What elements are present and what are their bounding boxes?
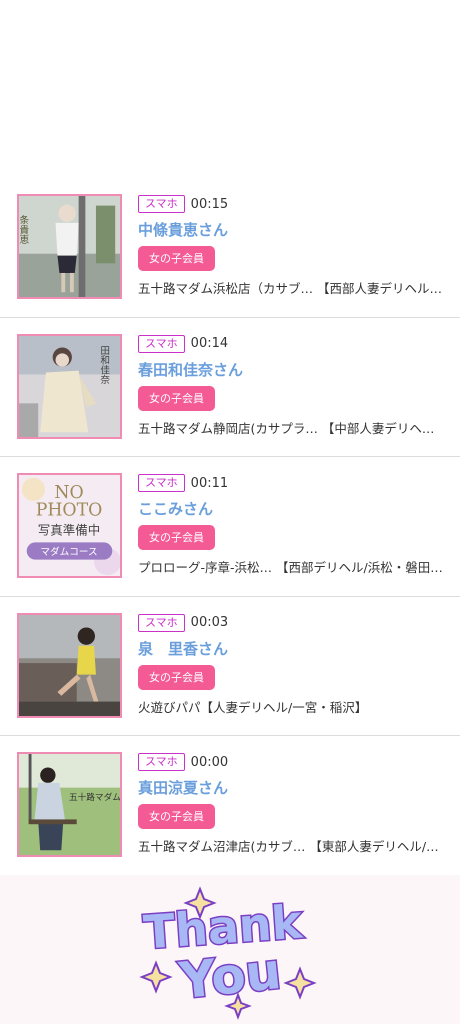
sparkle-icon bbox=[139, 960, 173, 994]
member-photo[interactable]: 条貴恵 bbox=[17, 194, 122, 299]
login-time: 00:14 bbox=[190, 336, 229, 351]
list-item[interactable]: 条貴恵 スマホ 00:15 中條貴恵さん 女の子会員 五十路マダム浜松店（カサブ… bbox=[0, 178, 460, 318]
list-item[interactable]: 田和佳奈 スマホ 00:14 春田和佳奈さん 女の子会員 五十路マダム静岡店(カ… bbox=[0, 318, 460, 457]
photo-image: 田和佳奈 bbox=[19, 335, 120, 437]
member-name-link[interactable]: ここみさん bbox=[138, 499, 452, 519]
member-type-badge: 女の子会員 bbox=[138, 525, 215, 550]
top-blank-area bbox=[0, 0, 460, 178]
member-name-link[interactable]: 中條貴恵さん bbox=[138, 220, 452, 240]
device-badge: スマホ bbox=[138, 195, 185, 213]
shop-name[interactable]: 火遊びパパ【人妻デリヘル/一宮・稲沢】 bbox=[138, 697, 444, 716]
login-time: 00:15 bbox=[190, 196, 229, 212]
list-item[interactable]: スマホ 00:03 泉 里香さん 女の子会員 火遊びパパ【人妻デリヘル/一宮・稲… bbox=[0, 597, 460, 736]
member-name-link[interactable]: 春田和佳奈さん bbox=[138, 360, 452, 380]
device-badge: スマホ bbox=[138, 474, 185, 492]
course-label: マダムコース bbox=[40, 546, 97, 558]
member-type-badge: 女の子会員 bbox=[138, 804, 215, 829]
photo-caption: 条貴恵 bbox=[19, 215, 29, 244]
no-photo-image: NO PHOTO 写真準備中 マダムコース bbox=[19, 475, 120, 576]
member-name-link[interactable]: 泉 里香さん bbox=[138, 639, 452, 659]
device-badge: スマホ bbox=[138, 753, 185, 771]
photo-caption: 田和佳奈 bbox=[98, 345, 110, 383]
login-time: 00:11 bbox=[190, 475, 229, 491]
shop-name[interactable]: 五十路マダム沼津店(カサブ… 【東部人妻デリヘル/… bbox=[138, 836, 444, 855]
sparkle-icon bbox=[283, 966, 317, 1000]
thank-you-banner: Thank You bbox=[0, 875, 460, 1024]
member-type-badge: 女の子会員 bbox=[138, 664, 215, 690]
photo-image bbox=[19, 614, 120, 716]
device-badge: スマホ bbox=[138, 334, 185, 353]
member-list: 条貴恵 スマホ 00:15 中條貴恵さん 女の子会員 五十路マダム浜松店（カサブ… bbox=[0, 178, 460, 876]
list-item[interactable]: 五十路マダム スマホ 00:00 真田涼夏さん 女の子会員 五十路マダム沼津店(… bbox=[0, 736, 460, 876]
list-item[interactable]: NO PHOTO 写真準備中 マダムコース スマホ 00:11 ここみさん 女の… bbox=[0, 457, 460, 597]
you-text: You bbox=[176, 942, 284, 1010]
no-photo-text: PHOTO bbox=[36, 500, 103, 520]
member-photo[interactable]: NO PHOTO 写真準備中 マダムコース bbox=[17, 473, 122, 578]
no-photo-subtext: 写真準備中 bbox=[38, 523, 101, 538]
device-badge: スマホ bbox=[138, 613, 185, 632]
photo-caption: 五十路マダム bbox=[69, 791, 120, 803]
shop-name[interactable]: 五十路マダム浜松店（カサブ… 【西部人妻デリヘル… bbox=[138, 278, 444, 297]
member-photo[interactable]: 五十路マダム bbox=[17, 752, 122, 857]
login-time: 00:00 bbox=[190, 754, 229, 770]
member-photo[interactable]: 田和佳奈 bbox=[17, 333, 122, 439]
member-type-badge: 女の子会員 bbox=[138, 246, 215, 271]
shop-name[interactable]: 五十路マダム静岡店(カサプラ… 【中部人妻デリヘ… bbox=[138, 418, 444, 437]
member-type-badge: 女の子会員 bbox=[138, 385, 215, 411]
photo-image: 五十路マダム bbox=[19, 754, 120, 855]
shop-name[interactable]: プロローグ-序章-浜松… 【西部デリヘル/浜松・磐田… bbox=[138, 557, 444, 576]
photo-image: 条貴恵 bbox=[19, 196, 120, 297]
thank-you-graphic: Thank You bbox=[139, 886, 317, 1020]
member-photo[interactable] bbox=[17, 612, 122, 718]
member-name-link[interactable]: 真田涼夏さん bbox=[138, 778, 452, 798]
login-time: 00:03 bbox=[190, 615, 229, 630]
